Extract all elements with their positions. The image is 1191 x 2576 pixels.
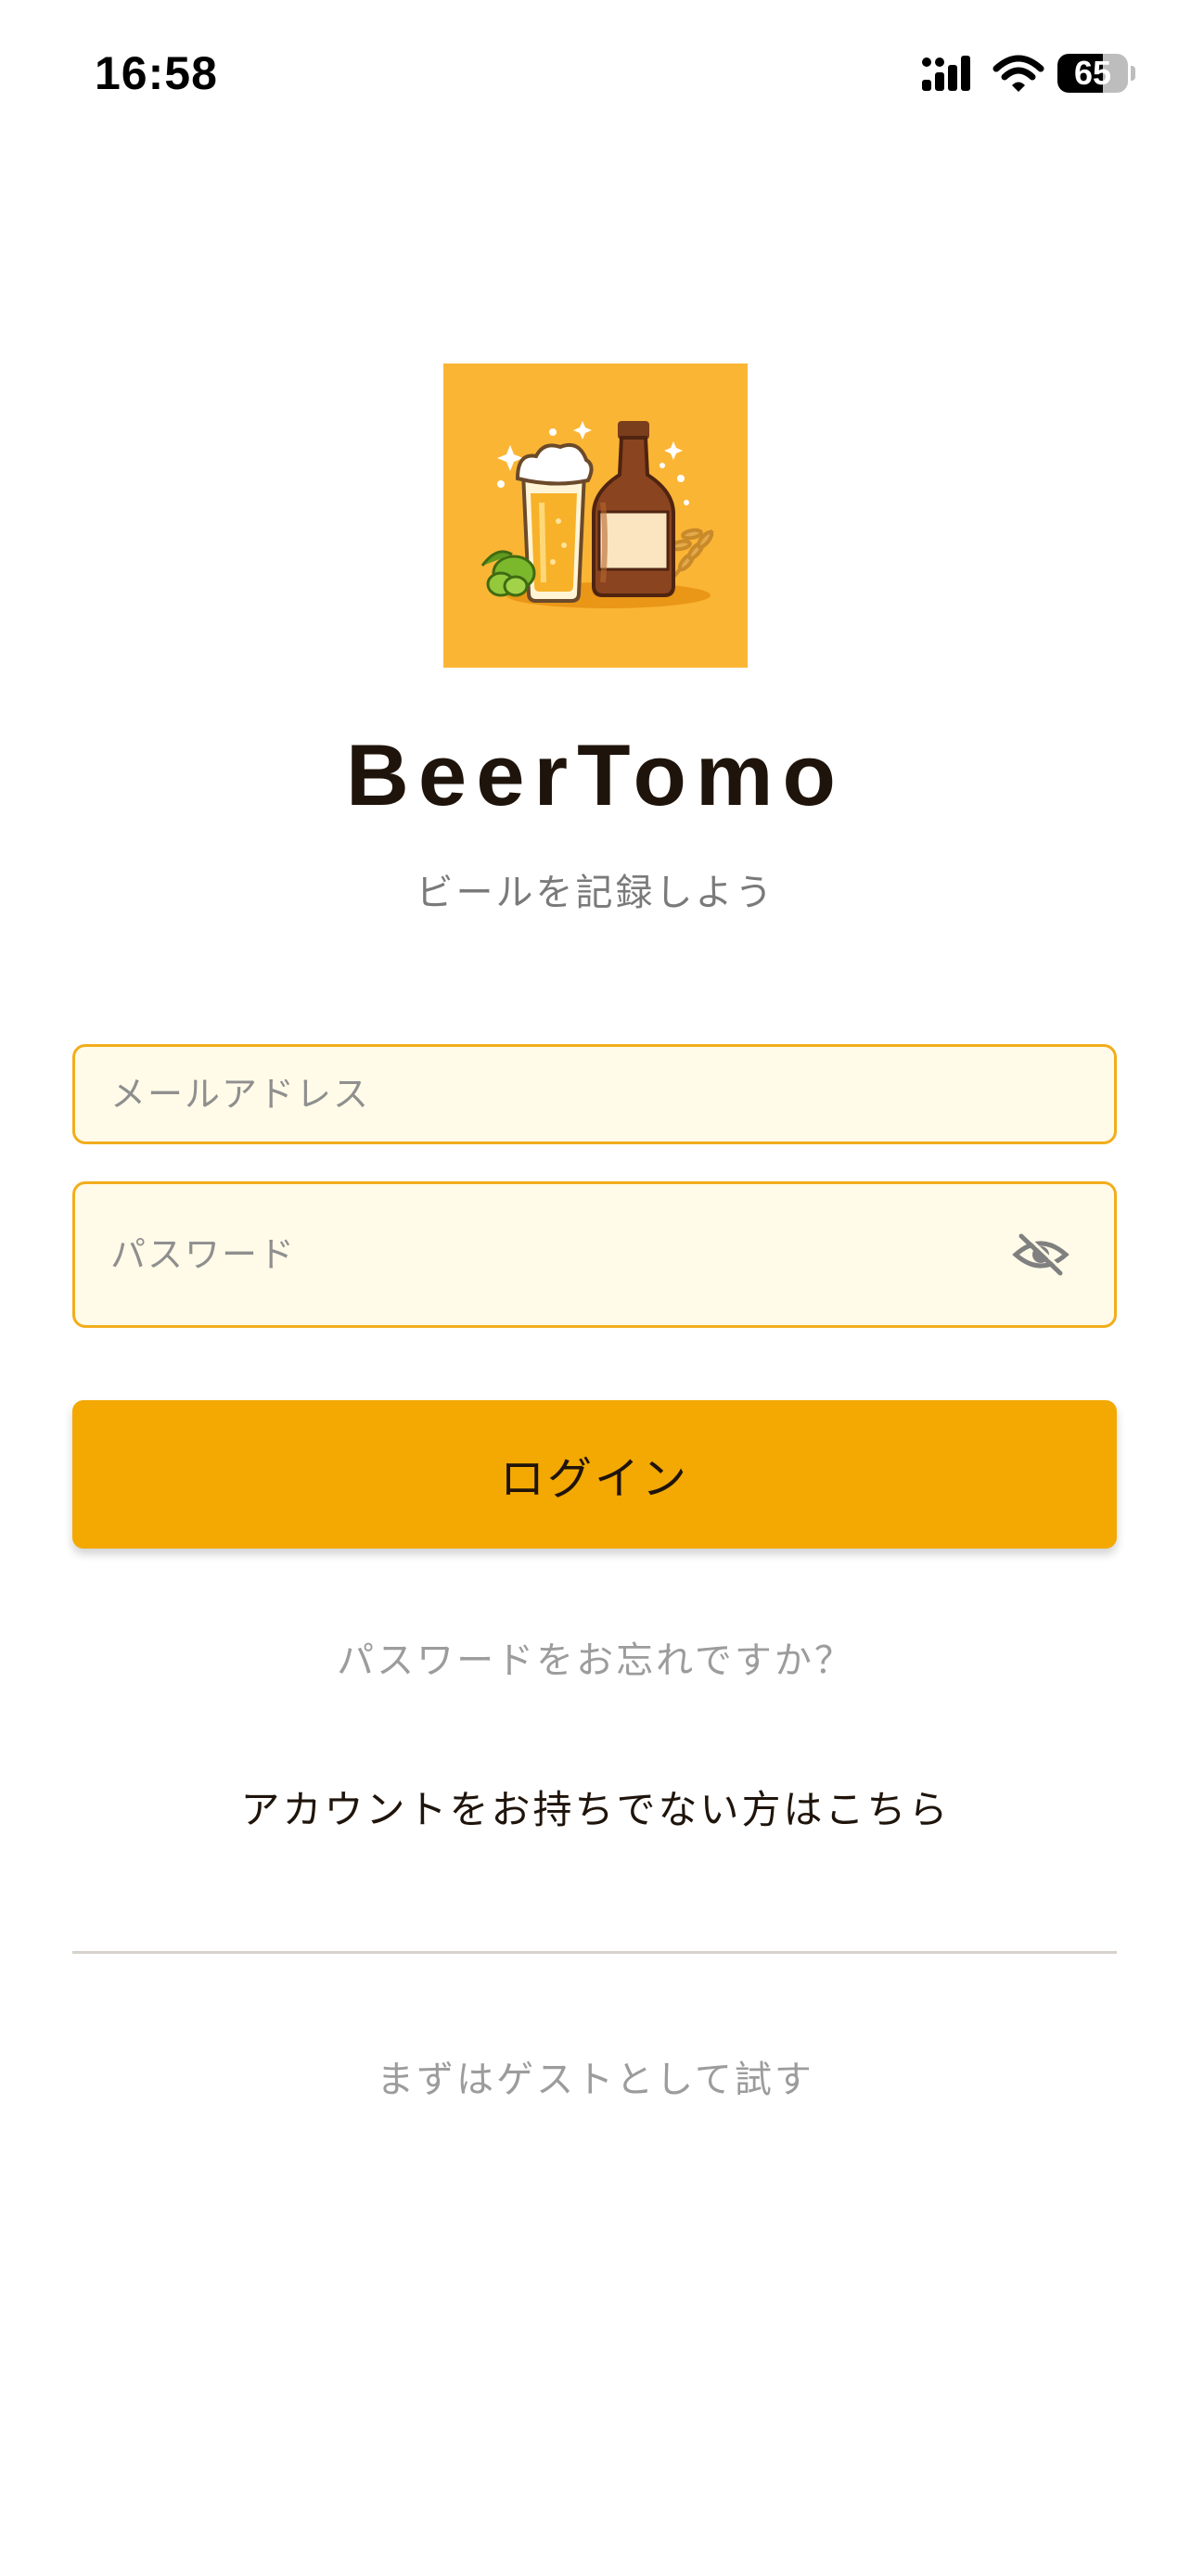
signup-link[interactable]: アカウントをお持ちでない方はこちら [0,1779,1191,1835]
forgot-password-link[interactable]: パスワードをお忘れですか？ [0,1630,1191,1684]
battery-percentage: 65 [1073,54,1112,92]
battery-icon: 65 [1057,54,1135,93]
status-time: 16:58 [95,47,218,99]
guest-login-link[interactable]: まずはゲストとして試す [0,2049,1191,2103]
tagline: ビールを記録しよう [416,872,775,914]
cellular-signal-icon [922,56,970,91]
login-button[interactable]: ログイン [72,1400,1117,1549]
eye-off-icon[interactable] [1012,1231,1069,1279]
divider [72,1951,1117,1954]
beer-glass-and-bottle-icon [443,363,748,668]
wifi-icon [992,55,1044,92]
password-field[interactable] [72,1181,1117,1328]
app-logo [443,363,748,668]
email-field[interactable] [72,1044,1117,1144]
app-name: BeerTomo [346,726,845,823]
email-input[interactable] [110,1047,945,1141]
password-input[interactable] [110,1184,945,1325]
